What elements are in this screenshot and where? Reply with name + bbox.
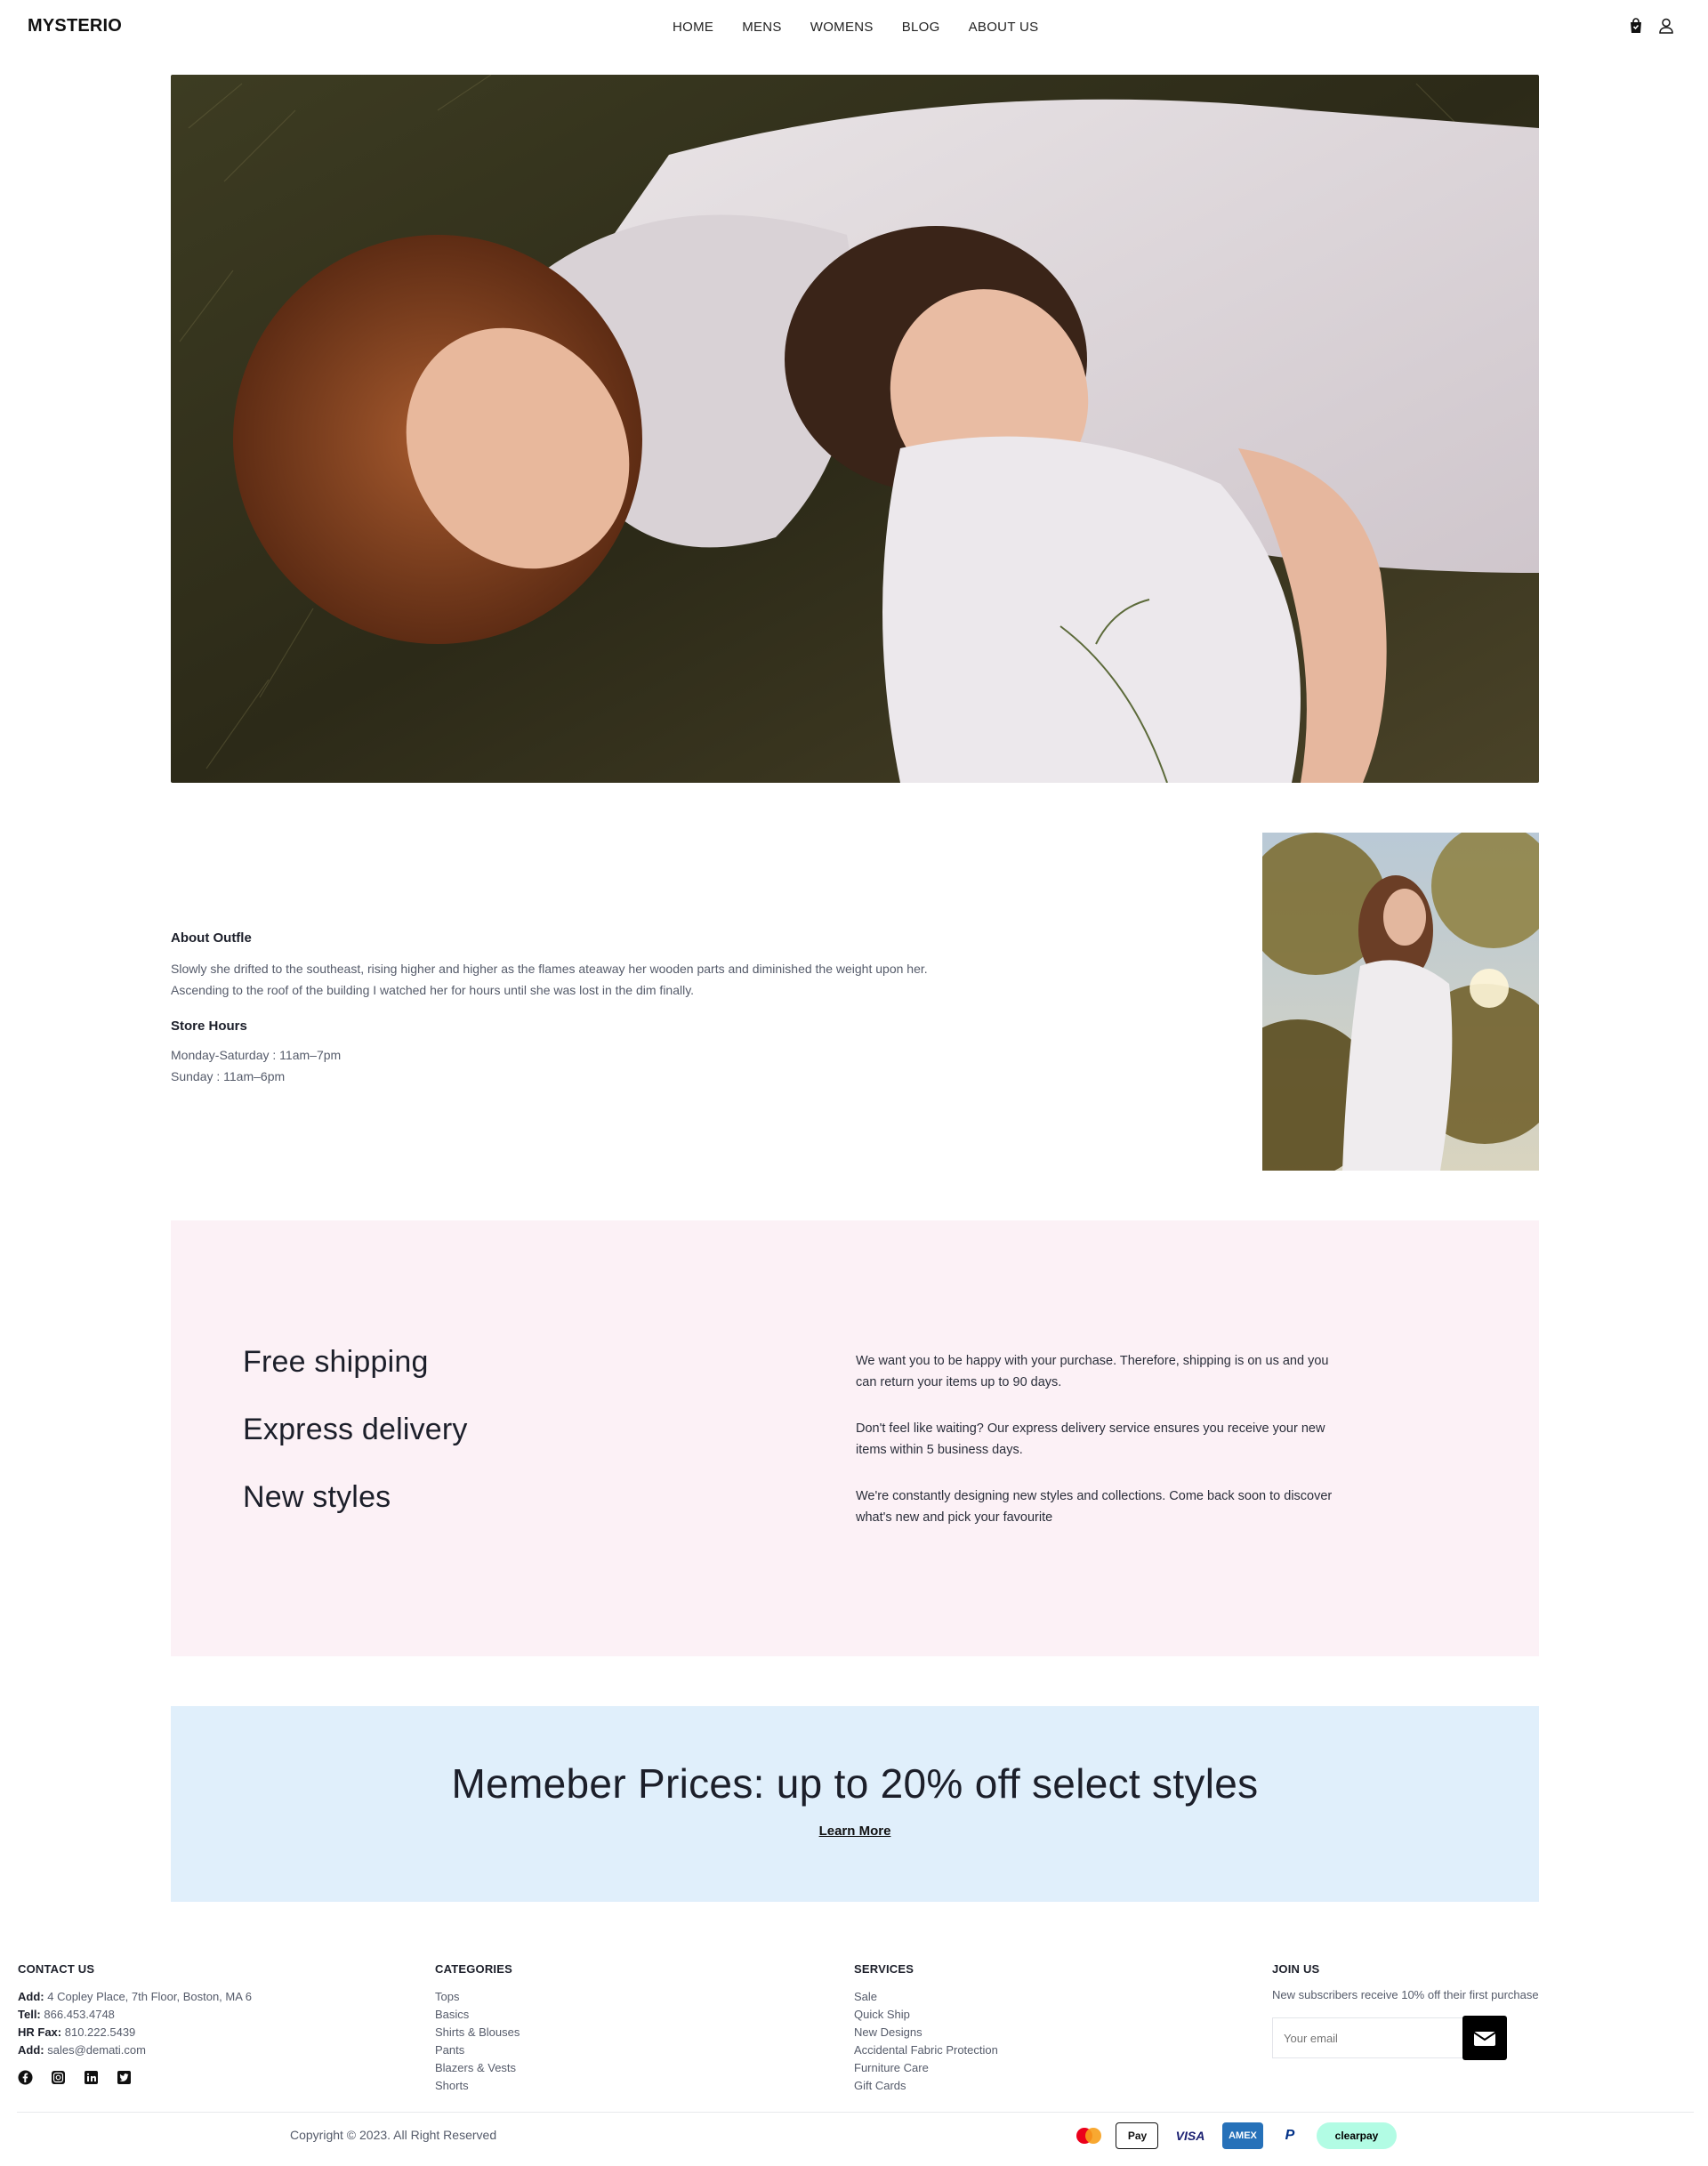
email-input[interactable]	[1272, 2017, 1464, 2058]
feature-text-shipping: We want you to be happy with your purcha…	[856, 1354, 1329, 1389]
hours-weekdays: Monday-Saturday : 11am–7pm	[171, 1048, 342, 1062]
hero-image	[171, 75, 1539, 783]
service-link[interactable]: Gift Cards	[854, 2077, 998, 2095]
newsletter-form	[1272, 2016, 1539, 2060]
side-photo	[1262, 833, 1539, 1171]
footer-categories: CATEGORIES Tops Basics Shirts & Blouses …	[435, 1962, 520, 2095]
category-link[interactable]: Tops	[435, 1988, 520, 2006]
nav-home[interactable]: HOME	[673, 20, 713, 35]
envelope-icon	[1473, 2032, 1496, 2046]
contact-email[interactable]: Add: sales@demati.com	[18, 2041, 252, 2059]
footer-divider	[17, 2112, 1694, 2113]
feature-text-delivery: Don't feel like waiting? Our express del…	[856, 1421, 1325, 1457]
join-text: New subscribers receive 10% off their fi…	[1272, 1988, 1539, 2001]
feature-titles: Free shipping Express delivery New style…	[243, 1345, 468, 1548]
contact-address: Add: 4 Copley Place, 7th Floor, Boston, …	[18, 1990, 253, 2003]
payment-methods: Pay VISA AMEX P clearpay	[1073, 2122, 1397, 2149]
main-nav: HOME MENS WOMENS BLOG ABOUT US	[673, 20, 1038, 35]
site-header: MYSTERIO HOME MENS WOMENS BLOG ABOUT US	[0, 0, 1708, 57]
contact-phone: Tell: 866.453.4748	[18, 2008, 115, 2021]
nav-mens[interactable]: MENS	[742, 20, 782, 35]
member-banner: Memeber Prices: up to 20% off select sty…	[171, 1706, 1539, 1902]
paypal-icon: P	[1285, 2128, 1295, 2143]
footer-join: JOIN US New subscribers receive 10% off …	[1272, 1962, 1539, 2060]
copyright: Copyright © 2023. All Right Reserved	[290, 2128, 497, 2142]
applepay-icon: Pay	[1116, 2122, 1158, 2149]
about-title: About Outfle	[171, 930, 252, 946]
logo[interactable]: MYSTERIO	[28, 16, 122, 36]
social-links	[18, 2070, 252, 2085]
store-hours-title: Store Hours	[171, 1019, 247, 1034]
service-link[interactable]: Quick Ship	[854, 2006, 998, 2024]
facebook-icon[interactable]	[18, 2070, 33, 2085]
feature-free-shipping: Free shipping	[243, 1345, 429, 1379]
service-link[interactable]: Furniture Care	[854, 2059, 998, 2077]
category-link[interactable]: Shorts	[435, 2077, 520, 2095]
contact-title: CONTACT US	[18, 1962, 95, 1976]
service-link[interactable]: Accidental Fabric Protection	[854, 2041, 998, 2059]
cart-icon[interactable]	[1626, 16, 1646, 36]
linkedin-icon[interactable]	[84, 2070, 99, 2085]
amex-icon: AMEX	[1222, 2122, 1263, 2149]
services-title: SERVICES	[854, 1962, 914, 1976]
user-icon[interactable]	[1656, 16, 1676, 36]
service-link[interactable]: Sale	[854, 1988, 998, 2006]
instagram-icon[interactable]	[51, 2070, 66, 2085]
join-title: JOIN US	[1272, 1962, 1320, 1976]
footer-services: SERVICES Sale Quick Ship New Designs Acc…	[854, 1962, 998, 2095]
nav-blog[interactable]: BLOG	[902, 20, 940, 35]
feature-express-delivery: Express delivery	[243, 1413, 468, 1446]
subscribe-button[interactable]	[1462, 2016, 1507, 2060]
categories-title: CATEGORIES	[435, 1962, 512, 1976]
visa-icon: VISA	[1175, 2129, 1205, 2143]
feature-text-styles: We're constantly designing new styles an…	[856, 1489, 1333, 1525]
twitter-icon[interactable]	[117, 2070, 132, 2085]
nav-womens[interactable]: WOMENS	[810, 20, 874, 35]
header-icons	[1626, 16, 1676, 36]
learn-more-link[interactable]: Learn More	[819, 1824, 891, 1839]
features-panel: Free shipping Express delivery New style…	[171, 1220, 1539, 1656]
nav-about-us[interactable]: ABOUT US	[969, 20, 1039, 35]
category-link[interactable]: Shirts & Blouses	[435, 2024, 520, 2041]
clearpay-icon: clearpay	[1317, 2122, 1397, 2149]
about-section: About Outfle Slowly she drifted to the s…	[171, 930, 971, 1087]
about-body: Slowly she drifted to the southeast, ris…	[171, 962, 928, 997]
footer-contact: CONTACT US Add: 4 Copley Place, 7th Floo…	[18, 1962, 252, 2085]
contact-fax: HR Fax: 810.222.5439	[18, 2025, 136, 2039]
service-link[interactable]: New Designs	[854, 2024, 998, 2041]
feature-descriptions: We want you to be happy with your purcha…	[856, 1350, 1336, 1553]
feature-new-styles: New styles	[243, 1480, 391, 1514]
category-link[interactable]: Blazers & Vests	[435, 2059, 520, 2077]
category-link[interactable]: Pants	[435, 2041, 520, 2059]
member-headline: Memeber Prices: up to 20% off select sty…	[451, 1760, 1259, 1807]
hours-sunday: Sunday : 11am–6pm	[171, 1069, 286, 1083]
mastercard-icon	[1073, 2122, 1105, 2149]
category-link[interactable]: Basics	[435, 2006, 520, 2024]
